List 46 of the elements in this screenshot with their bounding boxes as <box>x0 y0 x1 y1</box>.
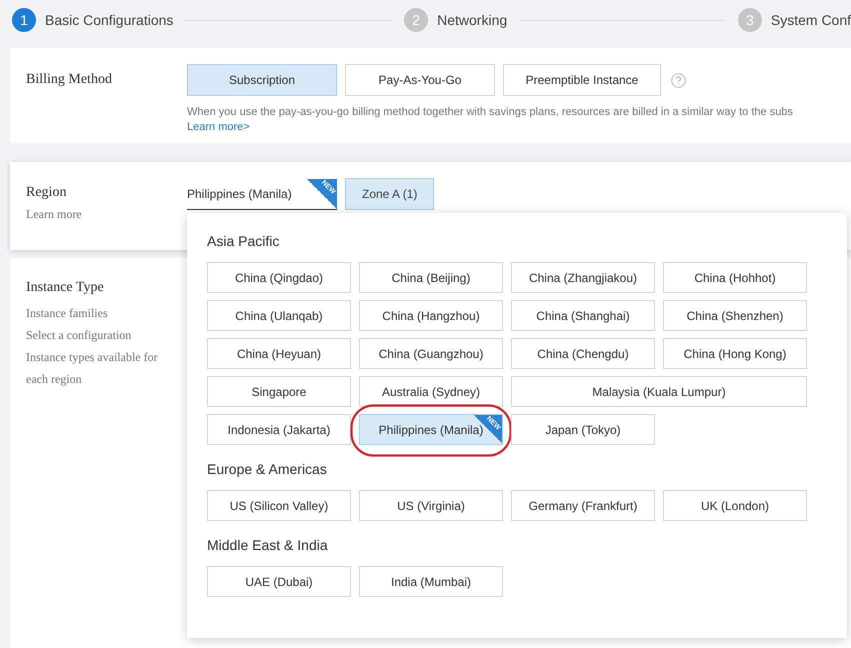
region-option[interactable]: China (Qingdao) <box>207 262 351 293</box>
region-option[interactable]: China (Hangzhou) <box>359 300 503 331</box>
region-option[interactable]: China (Beijing) <box>359 262 503 293</box>
region-option[interactable]: US (Virginia) <box>359 490 503 521</box>
zone-option[interactable]: Zone A (1) <box>345 178 434 210</box>
region-option[interactable]: China (Hohhot) <box>663 262 807 293</box>
region-option[interactable]: UK (London) <box>663 490 807 521</box>
step-label: Networking <box>437 12 508 28</box>
region-option[interactable]: China (Ulanqab) <box>207 300 351 331</box>
instance-hint: Instance types available for each region <box>26 349 159 388</box>
step-label: System Conf <box>770 12 851 28</box>
region-option[interactable]: China (Heyuan) <box>207 338 351 369</box>
region-option[interactable]: China (Chengdu) <box>511 338 655 369</box>
region-option[interactable]: UAE (Dubai) <box>207 566 351 597</box>
step-number: 2 <box>404 8 428 32</box>
region-option[interactable]: US (Silicon Valley) <box>207 490 351 521</box>
field-label: Billing Method <box>26 72 112 88</box>
instance-hint: Instance families <box>26 305 109 322</box>
group-title: Europe & Americas <box>207 461 327 477</box>
region-option[interactable]: China (Shenzhen) <box>663 300 807 331</box>
field-label: Region <box>26 185 66 201</box>
group-title: Middle East & India <box>207 537 328 553</box>
region-option[interactable]: Indonesia (Jakarta) <box>207 414 351 445</box>
learn-more-text: Learn more <box>26 206 82 223</box>
region-option[interactable]: Malaysia (Kuala Lumpur) <box>511 376 807 407</box>
help-icon[interactable] <box>671 72 686 88</box>
instance-hint: Select a configuration <box>26 327 132 344</box>
region-option[interactable]: China (Hong Kong) <box>663 338 807 369</box>
step-number: 3 <box>738 8 762 32</box>
region-option[interactable]: China (Guangzhou) <box>359 338 503 369</box>
region-option[interactable]: Japan (Tokyo) <box>511 414 655 445</box>
region-option[interactable]: Germany (Frankfurt) <box>511 490 655 521</box>
billing-option[interactable]: Subscription <box>187 64 337 96</box>
region-option[interactable]: China (Zhangjiakou) <box>511 262 655 293</box>
group-title: Asia Pacific <box>207 233 280 249</box>
learn-more-link[interactable]: Learn more> <box>187 121 250 133</box>
region-option[interactable]: Singapore <box>207 376 351 407</box>
step-label: Basic Configurations <box>45 12 174 28</box>
step-number: 1 <box>12 8 36 32</box>
region-option[interactable]: India (Mumbai) <box>359 566 503 597</box>
billing-option[interactable]: Pay-As-You-Go <box>345 64 495 96</box>
billing-note: When you use the pay-as-you-go billing method together with savings plans, resources are billed in a similar way to the subs <box>187 106 794 118</box>
billing-option[interactable]: Preemptible Instance <box>503 64 661 96</box>
field-label: Instance Type <box>26 280 104 296</box>
region-option[interactable]: China (Shanghai) <box>511 300 655 331</box>
region-option[interactable]: Australia (Sydney) <box>359 376 503 407</box>
